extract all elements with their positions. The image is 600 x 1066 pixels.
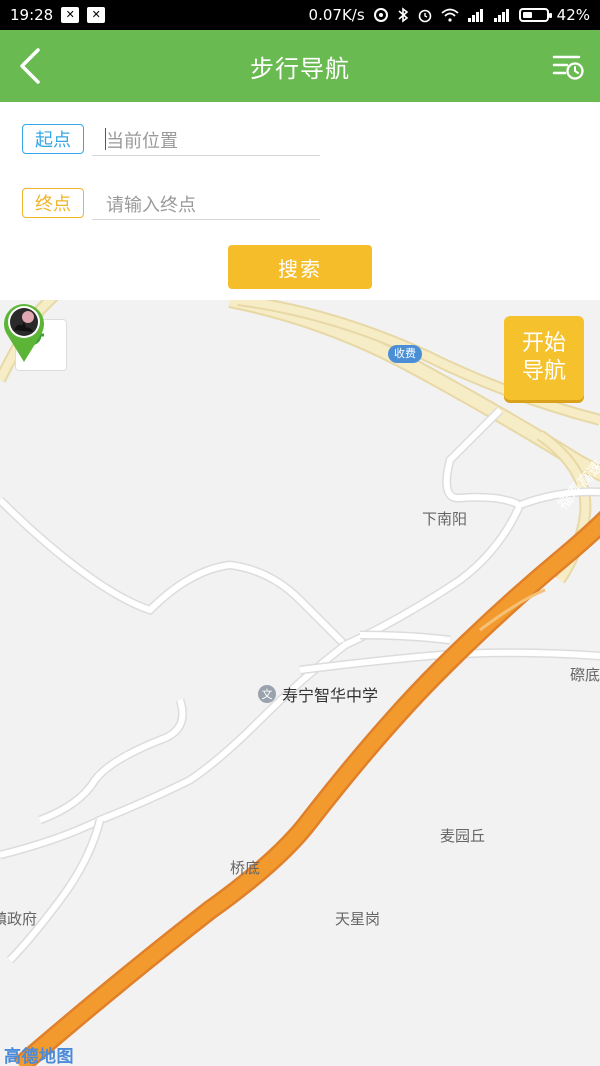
status-left: 19:28 ✕ ✕ (10, 6, 106, 24)
app-root: 19:28 ✕ ✕ 0.07K/s 42% 步行导航 起点 当前位置 终点 请输… (0, 0, 600, 1066)
start-placeholder: 当前位置 (106, 131, 178, 152)
search-button[interactable]: 搜索 (228, 245, 372, 289)
chevron-left-icon (20, 48, 40, 84)
map-label-qiao-di: 桥底 (230, 859, 261, 877)
school-label: 寿宁智华中学 (282, 686, 379, 705)
history-button[interactable] (548, 46, 588, 86)
battery-icon (518, 8, 552, 22)
history-list-icon (552, 55, 584, 80)
nfc-icon (373, 7, 389, 23)
network-speed: 0.07K/s (308, 6, 365, 24)
end-tag: 终点 (22, 188, 84, 218)
location-pin-icon[interactable] (0, 300, 48, 364)
start-nav-line2: 导航 (521, 359, 566, 384)
app-header: 步行导航 (0, 30, 600, 102)
map-label-kou-di: 磜底 (570, 666, 600, 684)
battery-fill (522, 12, 532, 18)
battery-percent: 42% (556, 6, 590, 24)
school-poi[interactable]: 文 寿宁智华中学 (258, 682, 378, 706)
map-label-mai-yuan-qiu: 麦园丘 (440, 827, 486, 845)
start-input[interactable]: 当前位置 (92, 122, 320, 156)
end-placeholder: 请输入终点 (106, 195, 196, 216)
alarm-icon (417, 7, 433, 23)
start-nav-line1: 开始 (521, 331, 566, 356)
route-form: 起点 当前位置 终点 请输入终点 搜索 (0, 102, 600, 300)
school-icon: 文 (258, 685, 276, 703)
start-tag: 起点 (22, 124, 84, 154)
start-row: 起点 当前位置 (22, 122, 320, 156)
status-time: 19:28 (10, 6, 54, 24)
wifi-icon (441, 8, 459, 22)
back-button[interactable] (10, 46, 50, 86)
map-provider-logo: 高德地图 (4, 1047, 74, 1066)
signal-icon-2 (493, 8, 511, 22)
end-input[interactable]: 请输入终点 (92, 186, 320, 220)
bluetooth-icon (397, 7, 409, 23)
status-right: 0.07K/s 42% (309, 6, 590, 24)
notification-app-icon: ✕ (61, 7, 80, 23)
map-label-xia-nan-yang: 下南阳 (422, 510, 468, 528)
notification-app-icon-2: ✕ (87, 7, 106, 23)
map-label-tian-xing-gang: 天星岗 (335, 910, 381, 928)
signal-icon (467, 8, 485, 22)
toll-label: 收费 (394, 347, 416, 360)
toll-badge: 收费 (388, 345, 422, 363)
start-navigation-button[interactable]: 开始 导航 (504, 316, 584, 400)
end-row: 终点 请输入终点 (22, 186, 320, 220)
page-title: 步行导航 (250, 54, 350, 83)
map-view[interactable]: 开始 导航 收费 下南阳 福寿高速 磜底 麦园丘 桥底 镇政府 天星岗 文 寿宁… (0, 300, 600, 1066)
status-bar: 19:28 ✕ ✕ 0.07K/s 42% (0, 0, 600, 30)
map-label-zhen-zheng-fu: 镇政府 (0, 910, 38, 928)
